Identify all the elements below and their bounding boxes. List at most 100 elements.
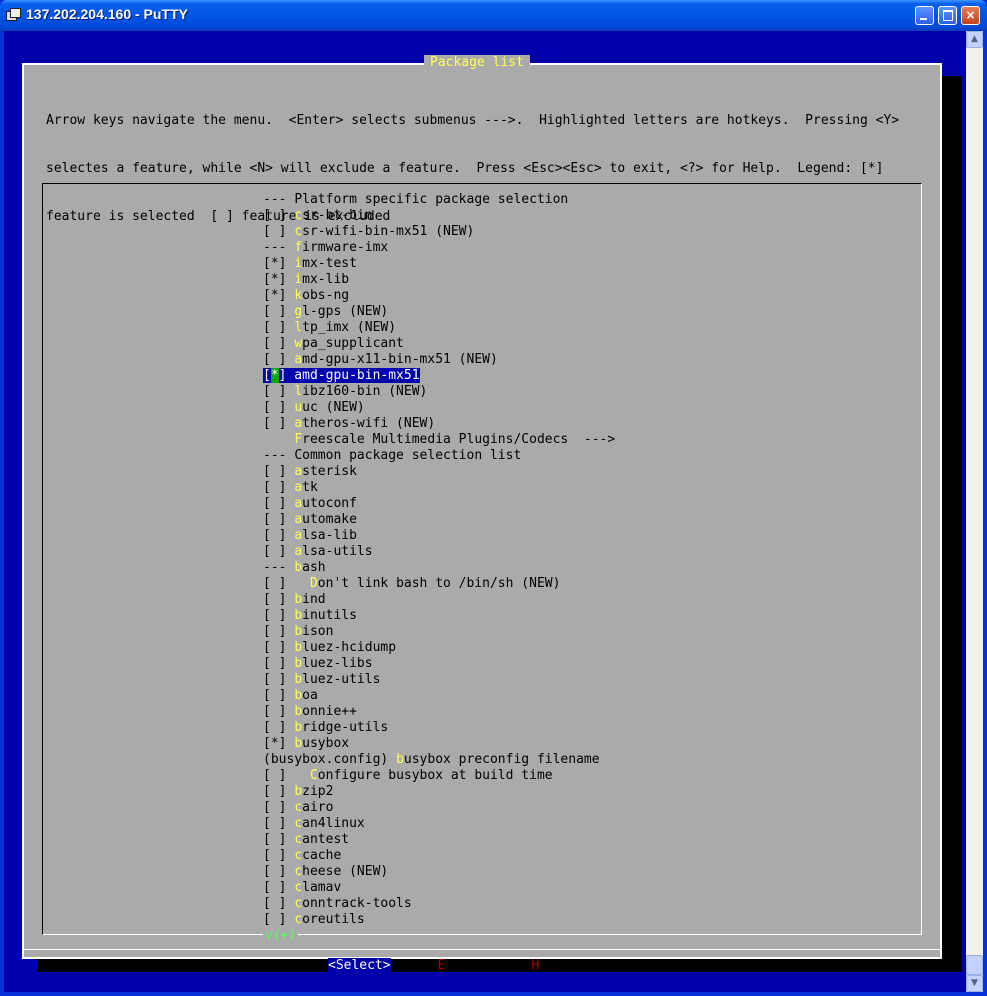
select-button[interactable]: <Select> (328, 958, 391, 973)
item-prefix: [ ] (263, 496, 295, 511)
package-list-item[interactable]: [ ] boa (263, 688, 615, 704)
package-list-item[interactable]: [ ] bison (263, 624, 615, 640)
exit-bracket: < (421, 958, 438, 973)
item-label: sr-wifi-bin-mx51 (NEW) (302, 224, 475, 239)
package-list-item[interactable]: [*] imx-lib (263, 272, 615, 288)
package-list-item[interactable]: --- Common package selection list (263, 448, 615, 464)
title-bar[interactable]: 137.202.204.160 - PuTTY × (0, 0, 987, 31)
package-list-item[interactable]: --- bash (263, 560, 615, 576)
item-prefix: [*] (263, 736, 295, 751)
item-hotkey: b (294, 624, 303, 639)
item-label: ibz160-bin (NEW) (302, 384, 428, 399)
item-hotkey: k (294, 288, 303, 303)
package-list-item[interactable]: [*] kobs-ng (263, 288, 615, 304)
package-list-item[interactable]: --- Platform specific package selection (263, 192, 615, 208)
package-list-item[interactable]: [ ] bluez-utils (263, 672, 615, 688)
item-hotkey: a (294, 352, 303, 367)
package-list-item[interactable]: [ ] clamav (263, 880, 615, 896)
package-list-item[interactable]: [ ] csr-wifi-bin-mx51 (NEW) (263, 224, 615, 240)
package-list-item[interactable]: [ ] atk (263, 480, 615, 496)
package-list-item[interactable]: [ ] csr-bt-bin (263, 208, 615, 224)
item-label: lsa-utils (302, 544, 373, 559)
package-list-item[interactable]: [ ] wpa_supplicant (263, 336, 615, 352)
exit-label: xit > (445, 958, 485, 973)
item-label: sterisk (302, 464, 357, 479)
item-prefix: [ ] (263, 608, 295, 623)
package-list-item[interactable]: [ ] cantest (263, 832, 615, 848)
item-label: ridge-utils (302, 720, 389, 735)
package-list-item[interactable]: [ ] bonnie++ (263, 704, 615, 720)
package-list-item[interactable]: [ ] autoconf (263, 496, 615, 512)
item-hotkey: a (294, 464, 303, 479)
package-list-item[interactable]: [*] amd-gpu-bin-mx51 (263, 368, 615, 384)
item-hotkey: b (294, 720, 303, 735)
item-label: cache (302, 848, 342, 863)
item-hotkey: c (294, 832, 303, 847)
package-list-item[interactable]: [ ] alsa-lib (263, 528, 615, 544)
item-hotkey: f (294, 240, 303, 255)
item-prefix: [ ] (263, 656, 295, 671)
package-list-item[interactable]: [ ] conntrack-tools (263, 896, 615, 912)
package-list-item[interactable]: [ ] can4linux (263, 816, 615, 832)
item-hotkey: c (294, 816, 303, 831)
item-hotkey: c (294, 912, 303, 927)
item-hotkey: c (294, 848, 303, 863)
item-hotkey: C (309, 768, 318, 783)
package-list-item[interactable]: [ ] amd-gpu-x11-bin-mx51 (NEW) (263, 352, 615, 368)
package-list-item[interactable]: [ ] libz160-bin (NEW) (263, 384, 615, 400)
package-list-item[interactable]: [ ] bluez-hcidump (263, 640, 615, 656)
item-hotkey: a (294, 528, 303, 543)
package-list-item[interactable]: [ ] bluez-libs (263, 656, 615, 672)
item-prefix: [ ] (263, 672, 295, 687)
item-label: oa (302, 688, 318, 703)
package-list-item[interactable]: [ ] bridge-utils (263, 720, 615, 736)
package-list-item[interactable]: --- firmware-imx (263, 240, 615, 256)
help-label: elp > (539, 958, 579, 973)
item-label: ash (302, 560, 326, 575)
package-list-item[interactable]: [ ] cheese (NEW) (263, 864, 615, 880)
package-list-item[interactable]: [ ] atheros-wifi (NEW) (263, 416, 615, 432)
more-indicator: v(+) (263, 928, 299, 944)
vertical-scrollbar[interactable]: ▲ ▼ (966, 31, 983, 992)
help-line: Arrow keys navigate the menu. <Enter> se… (46, 113, 900, 128)
package-list-item[interactable]: (busybox.config) busybox preconfig filen… (263, 752, 615, 768)
package-list-item[interactable]: [*] busybox (263, 736, 615, 752)
package-list-item[interactable]: [ ] automake (263, 512, 615, 528)
item-prefix: [ ] (263, 336, 295, 351)
package-list-item[interactable]: [ ] Don't link bash to /bin/sh (NEW) (263, 576, 615, 592)
package-list-item[interactable]: [ ] binutils (263, 608, 615, 624)
package-list-item[interactable]: Freescale Multimedia Plugins/Codecs ---> (263, 432, 615, 448)
package-list-item[interactable]: [ ] bind (263, 592, 615, 608)
package-list-item[interactable]: [ ] asterisk (263, 464, 615, 480)
scroll-thumb[interactable] (966, 955, 983, 975)
item-prefix: [ ] (263, 512, 295, 527)
item-label: Common package selection list (294, 448, 522, 463)
package-list-item[interactable]: [ ] bzip2 (263, 784, 615, 800)
putty-app-icon[interactable] (6, 8, 21, 22)
item-prefix: --- (263, 448, 295, 463)
help-button[interactable]: < Help > (516, 958, 579, 973)
terminal-area[interactable]: Package list Arrow keys navigate the men… (4, 31, 966, 992)
package-list-item[interactable]: [ ] alsa-utils (263, 544, 615, 560)
package-list-item[interactable]: [ ] gl-gps (NEW) (263, 304, 615, 320)
item-hotkey: a (294, 416, 303, 431)
scroll-up-arrow-icon[interactable]: ▲ (966, 31, 983, 48)
maximize-button[interactable] (938, 6, 957, 25)
minimize-button[interactable] (915, 6, 934, 25)
package-list-item[interactable]: [ ] Configure busybox at build time (263, 768, 615, 784)
package-list-item[interactable]: [ ] ltp_imx (NEW) (263, 320, 615, 336)
package-list-item[interactable]: [ ] ccache (263, 848, 615, 864)
package-list-item[interactable]: [ ] uuc (NEW) (263, 400, 615, 416)
close-icon: × (965, 8, 976, 22)
item-label: onnie++ (302, 704, 357, 719)
package-list-item[interactable]: [*] imx-test (263, 256, 615, 272)
item-hotkey: a (294, 496, 303, 511)
item-prefix: [ ] (263, 704, 295, 719)
exit-button[interactable]: < Exit > (422, 958, 485, 973)
close-button[interactable]: × (961, 6, 980, 25)
package-list-item[interactable]: [ ] coreutils (263, 912, 615, 928)
scroll-down-arrow-icon[interactable]: ▼ (966, 975, 983, 992)
package-list-item[interactable]: [ ] cairo (263, 800, 615, 816)
item-prefix: [ ] (263, 800, 295, 815)
item-label: ison (302, 624, 334, 639)
